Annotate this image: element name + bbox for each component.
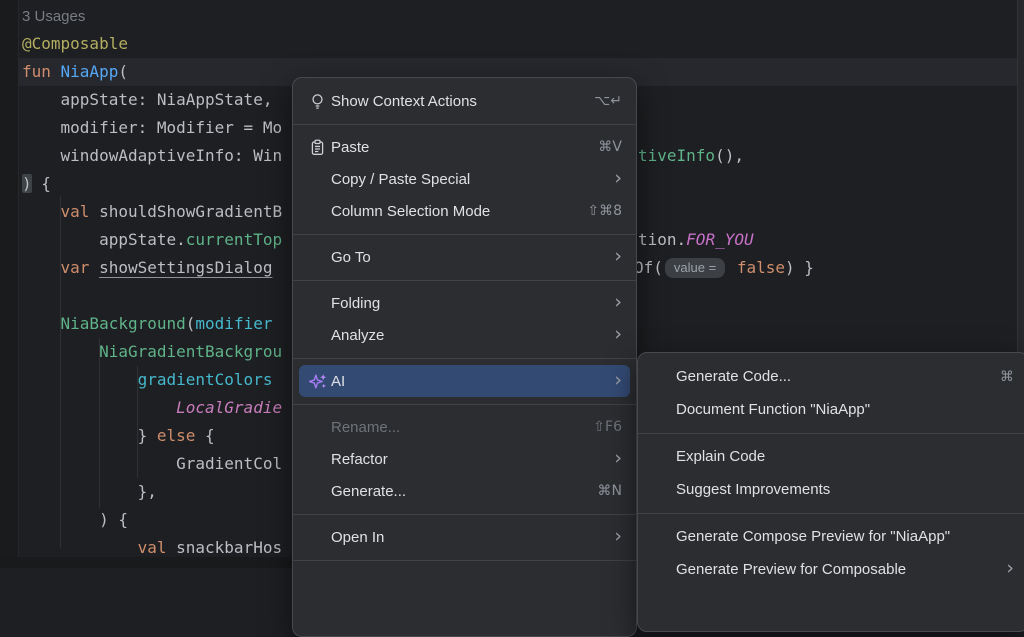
menu-item-generate-preview-for-composable[interactable]: Generate Preview for Composable › [638, 553, 1024, 586]
lightbulb-icon [309, 93, 331, 110]
menu-item-label: Folding [331, 295, 380, 312]
menu-item-generate[interactable]: Generate... ⌘N [293, 475, 636, 507]
menu-shortcut: ⌘V [586, 139, 622, 155]
ai-sparkles-icon [309, 373, 331, 390]
code-line: var showSettingsDialog [22, 254, 272, 282]
menu-separator [293, 553, 636, 567]
code-line: NiaBackground(modifier [22, 310, 272, 338]
code-line: 3 Usages [22, 2, 85, 30]
menu-item-label: Open In [331, 529, 384, 546]
menu-item-generate-code[interactable]: Generate Code... ⌘ [638, 360, 1024, 393]
menu-shortcut: ⇧F6 [581, 419, 622, 435]
ide-screenshot: { "colors":{ "editor_bg":"#1e1f22","menu… [0, 0, 1024, 568]
chevron-right-icon: › [602, 527, 622, 546]
code-line: GradientCol [22, 450, 282, 478]
menu-shortcut: ⇧⌘8 [575, 203, 622, 219]
menu-item-label: Generate Compose Preview for "NiaApp" [676, 528, 950, 545]
code-line: @Composable [22, 30, 128, 58]
menu-item-label: Refactor [331, 451, 388, 468]
menu-separator [638, 506, 1024, 520]
menu-item-label: Go To [331, 249, 371, 266]
menu-item-label: Column Selection Mode [331, 203, 490, 220]
menu-item-explain-code[interactable]: Explain Code [638, 440, 1024, 473]
code-line: ) { [22, 170, 51, 198]
menu-item-label: Explain Code [676, 448, 765, 465]
menu-item-suggest-improvements[interactable]: Suggest Improvements [638, 473, 1024, 506]
menu-item-rename[interactable]: Rename... ⇧F6 [293, 411, 636, 443]
editor-gutter [0, 0, 19, 568]
code-line: val shouldShowGradientB [22, 198, 282, 226]
menu-item-document-function-niaapp[interactable]: Document Function "NiaApp" [638, 393, 1024, 426]
menu-separator [293, 397, 636, 411]
menu-item-column-selection-mode[interactable]: Column Selection Mode ⇧⌘8 [293, 195, 636, 227]
code-line: } else { [22, 422, 215, 450]
menu-item-label: Generate Preview for Composable [676, 561, 906, 578]
code-line: }, [22, 478, 157, 506]
menu-shortcut: ⌘N [586, 483, 622, 499]
menu-item-label: Analyze [331, 327, 384, 344]
menu-item-show-context-actions[interactable]: Show Context Actions ⌥↵ [293, 85, 636, 117]
code-line: fun NiaApp( [22, 58, 128, 86]
menu-item-refactor[interactable]: Refactor › [293, 443, 636, 475]
code-line: gradientColors [22, 366, 272, 394]
menu-item-label: AI [331, 373, 345, 390]
code-line: appState.currentTop [22, 226, 282, 254]
code-line: modifier: Modifier = Mo [22, 114, 282, 142]
menu-item-go-to[interactable]: Go To › [293, 241, 636, 273]
menu-separator [293, 507, 636, 521]
menu-item-label: Generate Code... [676, 368, 791, 385]
chevron-right-icon: › [602, 169, 622, 188]
chevron-right-icon: › [602, 449, 622, 468]
menu-shortcut: ⌥↵ [582, 93, 622, 109]
menu-item-generate-compose-preview-for-niaapp[interactable]: Generate Compose Preview for "NiaApp" [638, 520, 1024, 553]
menu-item-paste[interactable]: Paste ⌘V [293, 131, 636, 163]
menu-item-label: Document Function "NiaApp" [676, 401, 870, 418]
clipboard-icon [309, 139, 331, 156]
menu-item-label: Copy / Paste Special [331, 171, 470, 188]
context-menu: Show Context Actions ⌥↵ Paste ⌘V Copy / Past… [292, 77, 637, 637]
menu-shortcut: ⌘ [988, 369, 1014, 385]
menu-separator [638, 426, 1024, 440]
code-line: NiaGradientBackgrou [22, 338, 282, 366]
menu-item-label: Generate... [331, 483, 406, 500]
code-line: LocalGradie [22, 394, 282, 422]
code-line: appState: NiaAppState, [22, 86, 272, 114]
inlay-hint: value = [665, 258, 725, 278]
ai-submenu: Generate Code... ⌘ Document Function "NiaA… [637, 352, 1024, 632]
code-line: ) { [22, 506, 128, 534]
chevron-right-icon: › [994, 559, 1014, 578]
code-line: windowAdaptiveInfo: Win [22, 142, 282, 170]
menu-item-copy-paste-special[interactable]: Copy / Paste Special › [293, 163, 636, 195]
menu-item-analyze[interactable]: Analyze › [293, 319, 636, 351]
code-line: tion.FOR_YOU [638, 226, 754, 254]
chevron-right-icon: › [602, 247, 622, 266]
menu-item-label: Paste [331, 139, 369, 156]
chevron-right-icon: › [602, 293, 622, 312]
menu-item-ai[interactable]: AI › [299, 365, 630, 397]
menu-item-open-in[interactable]: Open In › [293, 521, 636, 553]
menu-item-label: Show Context Actions [331, 93, 477, 110]
menu-item-label: Rename... [331, 419, 400, 436]
menu-separator [293, 227, 636, 241]
menu-separator [293, 273, 636, 287]
code-line: Of(value = false) } [634, 254, 814, 282]
chevron-right-icon: › [602, 325, 622, 344]
menu-item-label: Suggest Improvements [676, 481, 830, 498]
menu-separator [293, 117, 636, 131]
code-line: tiveInfo(), [638, 142, 744, 170]
menu-separator [293, 351, 636, 365]
chevron-right-icon: › [602, 371, 622, 390]
menu-item-folding[interactable]: Folding › [293, 287, 636, 319]
